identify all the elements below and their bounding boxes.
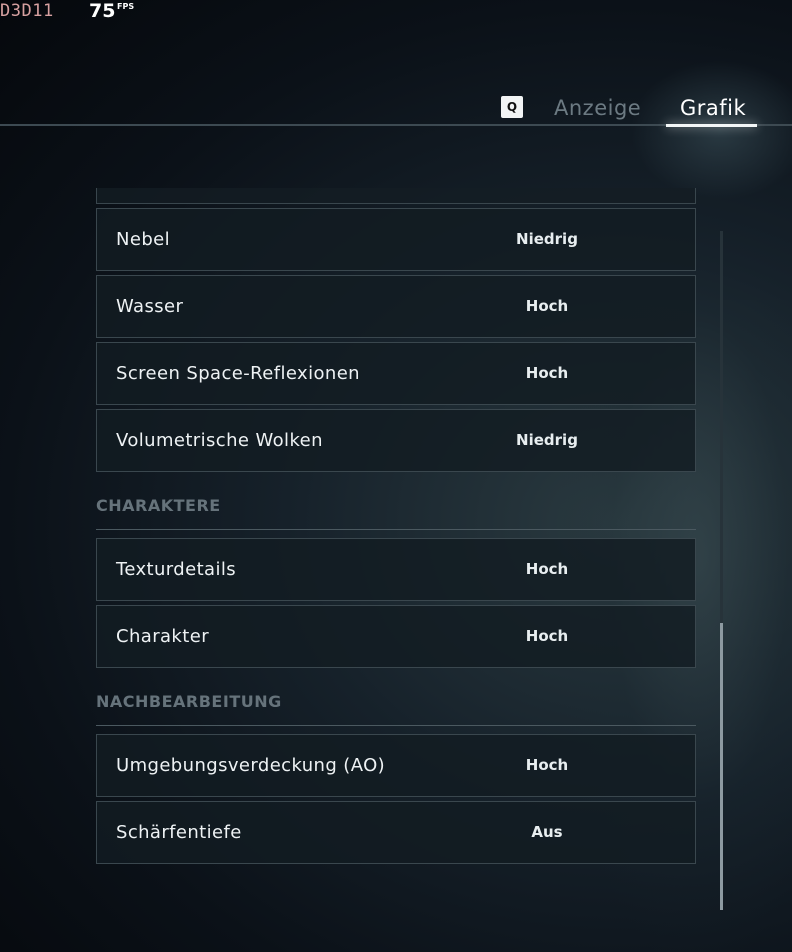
setting-label: Umgebungsverdeckung (AO)	[116, 755, 386, 776]
setting-label: Screen Space-Reflexionen	[116, 363, 360, 384]
setting-row-nebel[interactable]: Nebel Niedrig	[96, 208, 696, 271]
scrollbar-thumb[interactable]	[720, 623, 723, 910]
setting-row-volumetrische-wolken[interactable]: Volumetrische Wolken Niedrig	[96, 409, 696, 472]
section-header-nachbearbeitung: NACHBEARBEITUNG	[96, 672, 696, 726]
setting-value[interactable]: Hoch	[497, 606, 597, 667]
previous-setting-row-partial[interactable]	[96, 188, 696, 204]
q-key-icon[interactable]: Q	[501, 96, 523, 118]
section-title: NACHBEARBEITUNG	[96, 692, 282, 711]
setting-value[interactable]: Niedrig	[497, 410, 597, 471]
setting-value[interactable]: Hoch	[497, 539, 597, 600]
fps-unit-label: FPS	[117, 2, 135, 11]
setting-value[interactable]: Hoch	[497, 276, 597, 337]
setting-row-charakter[interactable]: Charakter Hoch	[96, 605, 696, 668]
section-divider	[96, 725, 696, 726]
fps-counter: 75	[89, 0, 116, 22]
setting-row-screen-space-reflexionen[interactable]: Screen Space-Reflexionen Hoch	[96, 342, 696, 405]
setting-label: Nebel	[116, 229, 171, 250]
setting-label: Wasser	[116, 296, 184, 317]
background-glow	[630, 60, 792, 200]
scrollbar-track[interactable]	[720, 231, 723, 910]
setting-value[interactable]: Aus	[497, 802, 597, 863]
setting-value[interactable]: Hoch	[497, 343, 597, 404]
active-tab-indicator	[666, 124, 757, 127]
tab-anzeige[interactable]: Anzeige	[554, 96, 641, 120]
setting-row-umgebungsverdeckung[interactable]: Umgebungsverdeckung (AO) Hoch	[96, 734, 696, 797]
setting-label: Volumetrische Wolken	[116, 430, 323, 451]
section-title: CHARAKTERE	[96, 496, 221, 515]
setting-label: Schärfentiefe	[116, 822, 242, 843]
setting-label: Texturdetails	[116, 559, 237, 580]
graphics-settings-list: Nebel Niedrig Wasser Hoch Screen Space-R…	[96, 188, 696, 868]
section-header-charaktere: CHARAKTERE	[96, 476, 696, 530]
graphics-api-label: D3D11	[0, 1, 54, 21]
setting-value[interactable]: Hoch	[497, 735, 597, 796]
setting-value[interactable]: Niedrig	[497, 209, 597, 270]
section-divider	[96, 529, 696, 530]
setting-row-schaerfentiefe[interactable]: Schärfentiefe Aus	[96, 801, 696, 864]
setting-row-texturdetails[interactable]: Texturdetails Hoch	[96, 538, 696, 601]
setting-row-wasser[interactable]: Wasser Hoch	[96, 275, 696, 338]
setting-label: Charakter	[116, 626, 209, 647]
tab-grafik[interactable]: Grafik	[680, 96, 746, 120]
